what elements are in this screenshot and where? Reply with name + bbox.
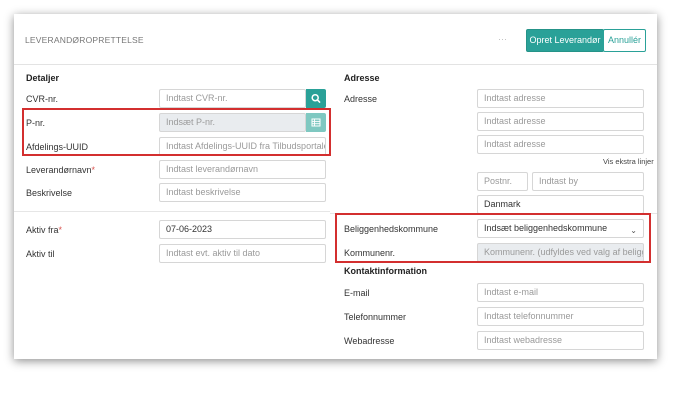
municipality-number-input[interactable]: Kommunenr. (udfyldes ved valg af beligge…: [477, 243, 644, 262]
contact-section-title: Kontaktinformation: [344, 266, 427, 276]
address-section-title: Adresse: [344, 73, 380, 83]
address-line-2-input[interactable]: Indtast adresse: [477, 112, 644, 131]
website-input[interactable]: Indtast webadresse: [477, 331, 644, 350]
country-input[interactable]: Danmark: [477, 195, 644, 214]
chevron-down-icon: ⌄: [630, 226, 637, 235]
show-extra-lines-link[interactable]: Vis ekstra linjer: [603, 157, 654, 166]
supplier-name-label: Leverandørnavn*: [26, 165, 96, 175]
supplier-form-panel: LEVERANDØROPRETTELSE ··· Opret Leverandø…: [14, 14, 657, 359]
address-divider: [330, 213, 657, 214]
page-title: LEVERANDØROPRETTELSE: [25, 35, 144, 45]
municipality-select-value: Indsæt beliggenhedskommune: [484, 223, 608, 233]
cvr-search-button[interactable]: [306, 89, 326, 108]
city-input[interactable]: Indtast by: [532, 172, 644, 191]
active-to-input[interactable]: Indtast evt. aktiv til dato: [159, 244, 326, 263]
active-from-label: Aktiv fra*: [26, 225, 63, 235]
list-icon: [311, 118, 321, 127]
more-options-icon[interactable]: ···: [498, 34, 507, 44]
address-line-3-input[interactable]: Indtast adresse: [477, 135, 644, 154]
website-label: Webadresse: [344, 336, 395, 346]
supplier-name-input[interactable]: Indtast leverandørnavn: [159, 160, 326, 179]
active-to-label: Aktiv til: [26, 249, 55, 259]
details-divider: [14, 211, 330, 212]
department-uuid-label: Afdelings-UUID: [26, 142, 89, 152]
municipality-select[interactable]: Indsæt beliggenhedskommune ⌄: [477, 219, 644, 238]
pnr-label: P-nr.: [26, 118, 46, 128]
description-input[interactable]: Indtast beskrivelse: [159, 183, 326, 202]
cvr-input[interactable]: Indtast CVR-nr.: [159, 89, 306, 108]
create-supplier-button[interactable]: Opret Leverandør: [526, 29, 604, 52]
description-label: Beskrivelse: [26, 188, 73, 198]
form-header: LEVERANDØROPRETTELSE ··· Opret Leverandø…: [14, 14, 657, 65]
cancel-button[interactable]: Annullér: [603, 29, 646, 52]
postal-code-input[interactable]: Postnr.: [477, 172, 528, 191]
pnr-input[interactable]: Indsæt P-nr.: [159, 113, 306, 132]
phone-input[interactable]: Indtast telefonnummer: [477, 307, 644, 326]
pnr-list-button[interactable]: [306, 113, 326, 132]
department-uuid-input[interactable]: Indtast Afdelings-UUID fra Tilbudsportal…: [159, 137, 326, 156]
active-from-input[interactable]: 07-06-2023: [159, 220, 326, 239]
phone-label: Telefonnummer: [344, 312, 407, 322]
search-icon: [311, 93, 321, 103]
municipality-number-label: Kommunenr.: [344, 248, 396, 258]
details-section-title: Detaljer: [26, 73, 60, 83]
municipality-label: Beliggenhedskommune: [344, 224, 439, 234]
email-label: E-mail: [344, 288, 370, 298]
email-input[interactable]: Indtast e-mail: [477, 283, 644, 302]
address-label: Adresse: [344, 94, 378, 104]
cvr-label: CVR-nr.: [26, 94, 59, 104]
address-line-1-input[interactable]: Indtast adresse: [477, 89, 644, 108]
